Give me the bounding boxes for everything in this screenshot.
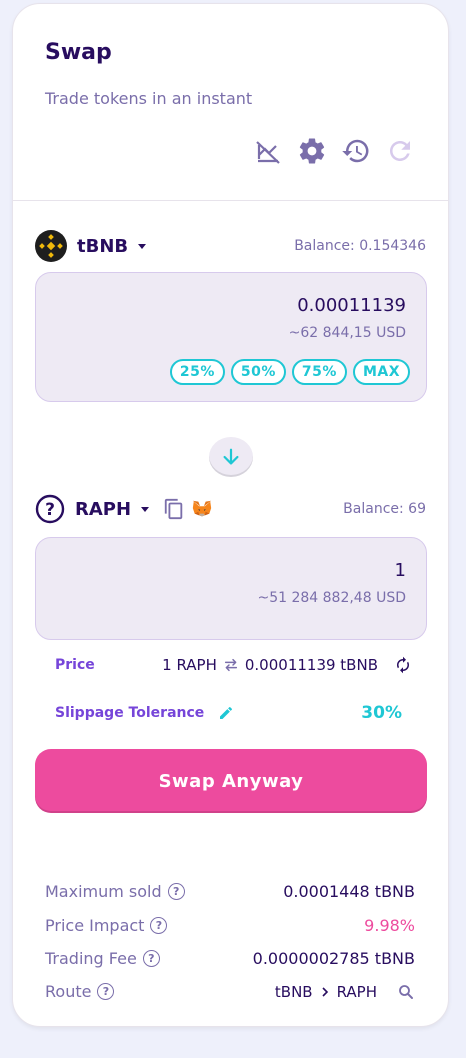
- price-quote: 0.00011139 tBNB: [244, 656, 378, 674]
- search-icon: [399, 984, 413, 999]
- percent-25-button[interactable]: 25%: [169, 359, 225, 385]
- gear-icon: [299, 138, 325, 164]
- to-amount-input[interactable]: 1: [395, 560, 406, 581]
- price-base: 1 RAPH: [162, 656, 217, 674]
- chevron-down-icon: [138, 243, 147, 249]
- to-amount-panel[interactable]: 1 ~51 284 882,48 USD: [35, 537, 427, 640]
- price-impact-row: Price Impact ? 9.98%: [45, 916, 415, 935]
- svg-text:?: ?: [45, 500, 55, 520]
- refresh-icon: [390, 141, 410, 161]
- price-impact-label: Price Impact ?: [45, 916, 168, 935]
- header-divider: [13, 200, 448, 201]
- trading-fee-text: Trading Fee: [45, 949, 137, 968]
- add-to-metamask-button[interactable]: [191, 498, 213, 520]
- slippage-label: Slippage Tolerance: [55, 705, 205, 721]
- copy-icon: [164, 498, 183, 520]
- pencil-icon: [220, 706, 233, 719]
- chart-toggle-button[interactable]: [251, 134, 285, 168]
- toolbar: [251, 134, 417, 168]
- price-value: 1 RAPH 0.00011139 tBNB: [162, 656, 412, 674]
- metamask-fox-icon: [192, 500, 212, 517]
- swap-card: Swap Trade tokens in an instant tBNB Bal…: [12, 3, 449, 1027]
- route-path: tBNB RAPH: [275, 983, 415, 1001]
- switch-tokens-button[interactable]: [209, 437, 253, 477]
- unknown-token-icon: ?: [35, 494, 65, 524]
- slippage-value: 30%: [361, 703, 402, 723]
- swap-horizontal-icon: [224, 658, 237, 672]
- price-label: Price: [55, 657, 95, 673]
- from-token-symbol: tBNB: [77, 235, 129, 257]
- route-from-token: tBNB: [274, 982, 313, 1001]
- to-balance: Balance: 69: [343, 501, 426, 517]
- chart-disabled-icon: [256, 141, 280, 164]
- to-token-selector[interactable]: ? RAPH: [35, 494, 150, 524]
- from-usd-value: ~62 844,15 USD: [288, 325, 406, 341]
- invert-price-button[interactable]: [394, 656, 412, 674]
- price-impact-value: 9.98%: [364, 916, 415, 935]
- from-amount-input[interactable]: 0.00011139: [297, 295, 406, 316]
- maximum-sold-label: Maximum sold ?: [45, 882, 185, 901]
- help-icon[interactable]: ?: [97, 983, 115, 1000]
- edit-slippage-button[interactable]: [218, 705, 234, 721]
- trading-fee-value: 0.0000002785 tBNB: [252, 949, 415, 968]
- percent-buttons: 25% 50% 75% MAX: [169, 359, 410, 385]
- from-amount-panel[interactable]: 0.00011139 ~62 844,15 USD 25% 50% 75% MA…: [35, 272, 427, 402]
- history-button[interactable]: [339, 134, 373, 168]
- swap-anyway-button[interactable]: Swap Anyway: [35, 749, 427, 813]
- to-token-symbol: RAPH: [75, 498, 132, 520]
- trading-fee-label: Trading Fee ?: [45, 949, 160, 968]
- price-impact-text: Price Impact: [45, 916, 145, 935]
- from-token-row: tBNB Balance: 0.154346: [35, 230, 426, 262]
- price-row: Price 1 RAPH 0.00011139 tBNB: [55, 656, 412, 674]
- to-token-row: ? RAPH Balance: 69: [35, 494, 426, 524]
- history-icon: [342, 139, 369, 163]
- max-button[interactable]: MAX: [352, 359, 410, 385]
- trading-fee-row: Trading Fee ? 0.0000002785 tBNB: [45, 949, 415, 968]
- route-label: Route ?: [45, 982, 115, 1001]
- settings-button[interactable]: [295, 134, 329, 168]
- page-subtitle: Trade tokens in an instant: [45, 89, 253, 108]
- route-text: Route: [45, 982, 92, 1001]
- route-row: Route ? tBNB RAPH: [45, 982, 415, 1001]
- help-icon[interactable]: ?: [142, 950, 160, 967]
- help-icon[interactable]: ?: [150, 917, 168, 934]
- maximum-sold-row: Maximum sold ? 0.0001448 tBNB: [45, 882, 415, 901]
- maximum-sold-value: 0.0001448 tBNB: [283, 882, 415, 901]
- percent-50-button[interactable]: 50%: [230, 359, 286, 385]
- slippage-row: Slippage Tolerance 30%: [55, 703, 412, 723]
- from-token-selector[interactable]: tBNB: [35, 230, 147, 262]
- chevron-down-icon: [141, 506, 150, 512]
- view-route-button[interactable]: [397, 983, 415, 1001]
- copy-address-button[interactable]: [163, 498, 185, 520]
- help-icon[interactable]: ?: [167, 883, 185, 900]
- bnb-token-icon: [35, 230, 67, 262]
- percent-75-button[interactable]: 75%: [291, 359, 347, 385]
- chevron-right-icon: [322, 986, 328, 997]
- to-usd-value: ~51 284 882,48 USD: [257, 590, 406, 606]
- route-to-token: RAPH: [336, 982, 377, 1001]
- refresh-button[interactable]: [383, 134, 417, 168]
- page-title: Swap: [45, 40, 112, 65]
- arrow-down-icon: [223, 448, 239, 465]
- from-balance: Balance: 0.154346: [294, 238, 426, 254]
- autorenew-icon: [397, 656, 409, 674]
- maximum-sold-text: Maximum sold: [45, 882, 162, 901]
